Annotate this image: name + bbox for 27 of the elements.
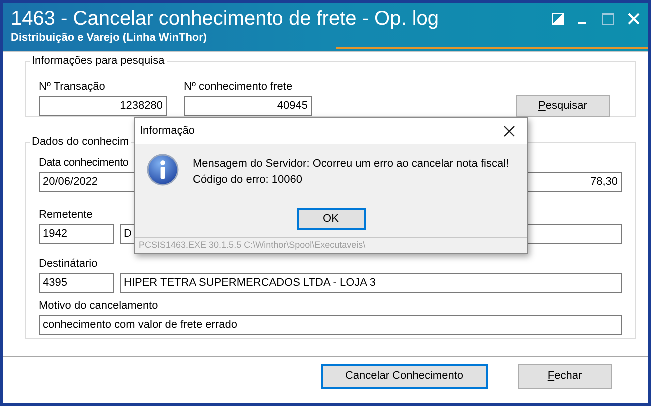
dialog-title: Informação bbox=[140, 124, 196, 139]
message-text: Código do erro: 10060 bbox=[193, 173, 302, 188]
window-subtitle: Distribuição e Varejo (Linha WinThor) bbox=[11, 31, 208, 45]
status-bar: PCSIS1463.EXE 30.1.5.5 C:\Winthor\Spool\Executaveis\ bbox=[135, 237, 527, 253]
field-label: Destinátario bbox=[39, 258, 98, 271]
action-button[interactable]: Cancelar Conhecimento bbox=[321, 364, 488, 389]
field-label: Motivo do cancelamento bbox=[39, 300, 158, 313]
restore-icon[interactable] bbox=[552, 13, 564, 25]
field-label: Nº Transação bbox=[39, 81, 106, 94]
field-label: Nº conhecimento frete bbox=[184, 81, 293, 94]
input-field[interactable]: 1238280 bbox=[39, 96, 167, 116]
maximize-icon[interactable] bbox=[602, 13, 614, 25]
ok-button[interactable]: OK bbox=[296, 208, 366, 230]
close-icon[interactable] bbox=[504, 126, 515, 136]
field-label: Data conhecimento bbox=[39, 157, 129, 170]
input-field[interactable]: 1942 bbox=[39, 224, 114, 244]
input-field[interactable]: HIPER TETRA SUPERMERCADOS LTDA - LOJA 3 bbox=[120, 273, 622, 293]
input-field[interactable]: 40945 bbox=[184, 96, 312, 116]
group-title: Informações para pesquisa bbox=[30, 54, 167, 68]
input-field[interactable]: conhecimento com valor de frete errado bbox=[39, 315, 622, 335]
message-text: Mensagem do Servidor: Ocorreu um erro ao cancelar nota fiscal! bbox=[193, 157, 510, 172]
field-label: Remetente bbox=[39, 209, 93, 222]
search-button[interactable]: Pesquisar bbox=[516, 95, 610, 117]
window-title: 1463 - Cancelar conhecimento de frete - Op. log bbox=[11, 7, 440, 31]
action-button[interactable]: Fechar bbox=[518, 364, 612, 389]
input-field[interactable]: 4395 bbox=[39, 273, 114, 293]
info-icon bbox=[147, 154, 179, 186]
